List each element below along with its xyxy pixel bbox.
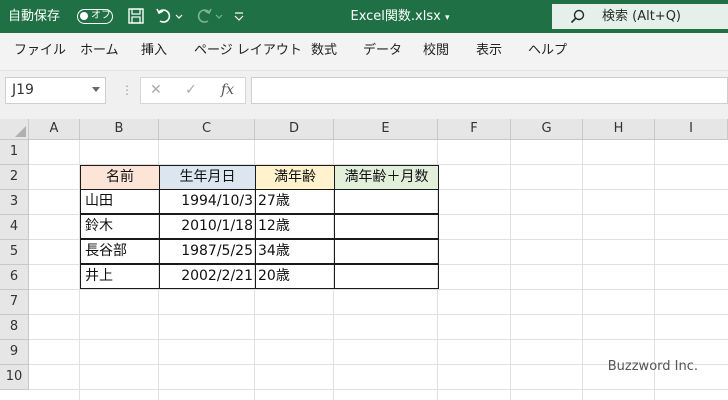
table-cell-age-months[interactable]	[334, 189, 439, 214]
column-header-h[interactable]: H	[583, 119, 655, 140]
select-all-triangle-icon	[15, 126, 26, 137]
name-box-value: J19	[12, 82, 34, 98]
column-header-b[interactable]: B	[80, 119, 159, 140]
row-header-10[interactable]: 10	[0, 365, 29, 390]
gridline	[29, 389, 728, 390]
table-cell-age-months[interactable]	[334, 214, 439, 239]
tab-page-layout[interactable]: ページ レイアウト	[194, 33, 302, 68]
watermark: Buzzword Inc.	[607, 359, 698, 374]
save-icon[interactable]	[127, 7, 145, 25]
insert-function-icon[interactable]: fx	[221, 78, 234, 103]
column-header-a[interactable]: A	[29, 119, 80, 140]
ribbon-tabs: ファイル ホーム 挿入 ページ レイアウト 数式 データ 校閲 表示 ヘルプ	[0, 33, 728, 71]
gridline	[29, 289, 728, 290]
tab-help[interactable]: ヘルプ	[528, 33, 567, 68]
table-cell-age-months[interactable]	[334, 264, 439, 289]
table-cell-name[interactable]: 長谷部	[80, 239, 160, 264]
chevron-down-icon[interactable]	[92, 87, 100, 92]
formula-input[interactable]	[251, 77, 728, 104]
autosave-state: オフ	[91, 10, 111, 21]
chevron-down-icon: ▾	[444, 13, 450, 23]
search-box[interactable]: 検索 (Alt+Q)	[552, 4, 728, 29]
header-age-months-cell[interactable]: 満年齢＋月数	[334, 165, 439, 190]
more-options-icon[interactable]: ⋮	[121, 84, 133, 96]
column-header-i[interactable]: I	[655, 119, 728, 140]
row-header-5[interactable]: 5	[0, 240, 29, 265]
document-title-text: Excel関数.xlsx	[350, 9, 441, 24]
undo-icon[interactable]	[155, 7, 173, 25]
table-cell-age[interactable]: 20歳	[255, 264, 335, 289]
table-cell-name[interactable]: 井上	[80, 264, 160, 289]
row-header-4[interactable]: 4	[0, 215, 29, 240]
row-header-2[interactable]: 2	[0, 165, 29, 190]
tab-file[interactable]: ファイル	[14, 33, 66, 68]
tab-review[interactable]: 校閲	[423, 33, 449, 68]
header-birthdate-cell[interactable]: 生年月日	[159, 165, 256, 190]
customize-qat-icon[interactable]	[233, 7, 245, 25]
autosave-toggle[interactable]: オフ	[77, 9, 113, 24]
tab-formulas[interactable]: 数式	[311, 33, 337, 68]
row-header-7[interactable]: 7	[0, 290, 29, 315]
table-cell-birthdate[interactable]: 1994/10/3	[159, 189, 256, 214]
name-box[interactable]: J19	[5, 77, 106, 104]
cancel-icon[interactable]: ✕	[150, 78, 162, 103]
table-cell-age[interactable]: 27歳	[255, 189, 335, 214]
formula-bar: J19 ⋮ ✕ ✓ fx	[0, 71, 728, 119]
tab-data[interactable]: データ	[363, 33, 402, 68]
search-text: 検索 (Alt+Q)	[602, 9, 682, 24]
table-cell-birthdate[interactable]: 2002/2/21	[159, 264, 256, 289]
tab-insert[interactable]: 挿入	[141, 33, 167, 68]
column-header-c[interactable]: C	[159, 119, 255, 140]
header-age-cell[interactable]: 満年齢	[255, 165, 335, 190]
table-cell-birthdate[interactable]: 2010/1/18	[159, 214, 256, 239]
column-header-f[interactable]: F	[438, 119, 511, 140]
toggle-knob	[80, 12, 88, 20]
table-cell-name[interactable]: 山田	[80, 189, 160, 214]
gridline	[510, 140, 511, 400]
tab-view[interactable]: 表示	[476, 33, 502, 68]
formula-buttons: ✕ ✓ fx	[140, 77, 246, 104]
header-name-cell[interactable]: 名前	[80, 165, 160, 190]
row-header-8[interactable]: 8	[0, 315, 29, 340]
document-title[interactable]: Excel関数.xlsx ▾	[320, 0, 480, 35]
title-bar: 自動保存 オフ Excel関数.xlsx ▾ 検索 (Alt+Q)	[0, 0, 728, 33]
table-cell-birthdate[interactable]: 1987/5/25	[159, 239, 256, 264]
row-header-9[interactable]: 9	[0, 340, 29, 365]
redo-icon[interactable]	[195, 7, 213, 25]
redo-dropdown-icon[interactable]	[214, 7, 224, 25]
table-cell-age-months[interactable]	[334, 239, 439, 264]
column-header-g[interactable]: G	[511, 119, 583, 140]
table-cell-age[interactable]: 12歳	[255, 214, 335, 239]
enter-icon[interactable]: ✓	[185, 78, 197, 103]
spreadsheet-grid[interactable]: A B C D E F G H I 1 2 3 4 5 6 7 8 9 10 名…	[0, 119, 728, 400]
tab-home[interactable]: ホーム	[80, 33, 119, 68]
undo-dropdown-icon[interactable]	[174, 7, 184, 25]
table-cell-name[interactable]: 鈴木	[80, 214, 160, 239]
gridline	[29, 339, 728, 340]
gridline	[582, 140, 583, 400]
search-icon	[570, 9, 585, 24]
row-header-3[interactable]: 3	[0, 190, 29, 215]
row-header-1[interactable]: 1	[0, 140, 29, 165]
select-all-button[interactable]	[0, 119, 29, 140]
column-header-e[interactable]: E	[334, 119, 438, 140]
row-header-6[interactable]: 6	[0, 265, 29, 290]
gridline	[29, 314, 728, 315]
autosave-label: 自動保存	[8, 9, 61, 24]
column-header-d[interactable]: D	[255, 119, 334, 140]
table-cell-age[interactable]: 34歳	[255, 239, 335, 264]
